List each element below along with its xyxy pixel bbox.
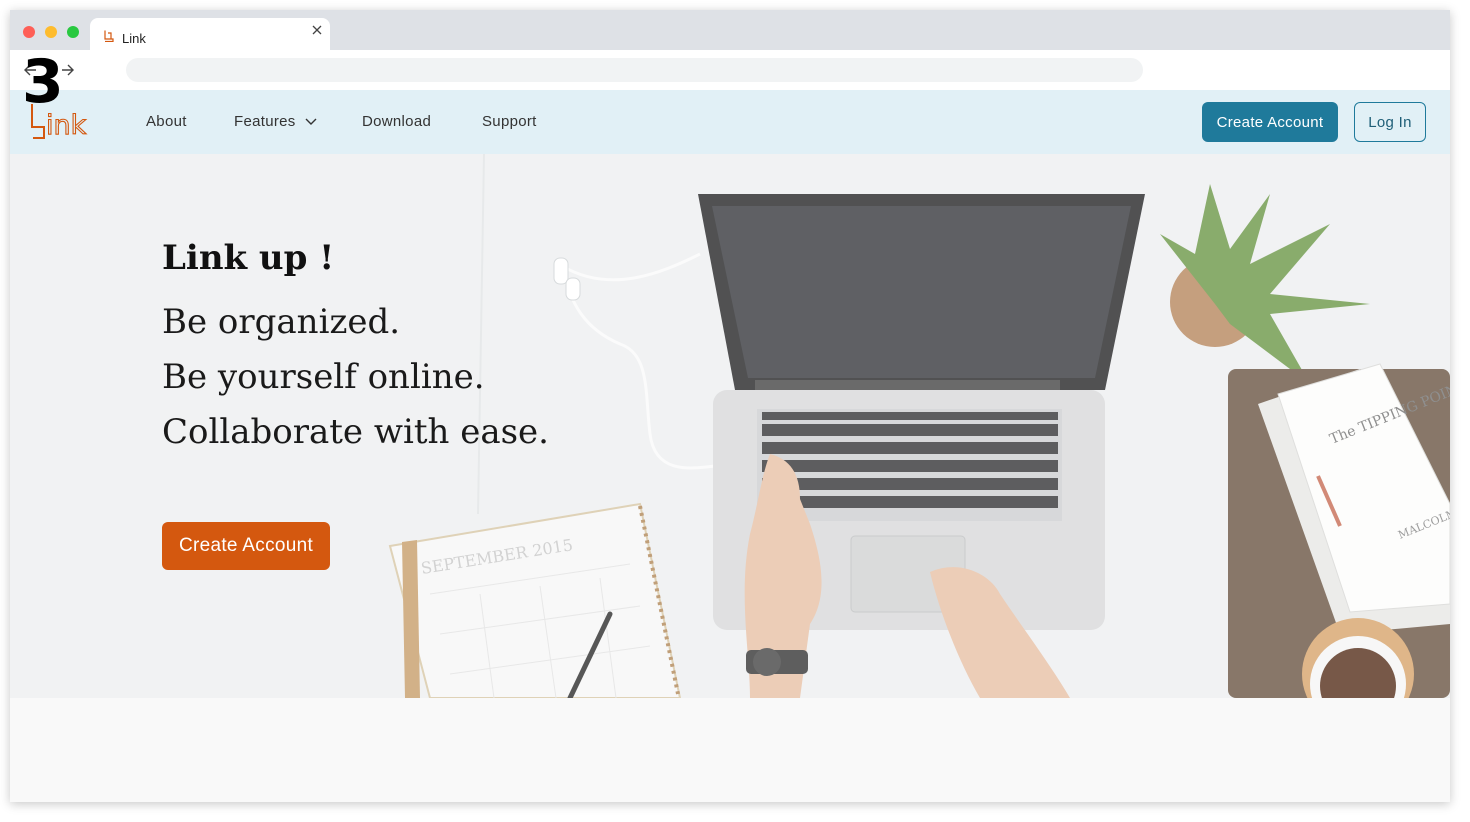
- login-button[interactable]: Log In: [1354, 102, 1426, 142]
- nav-download[interactable]: Download: [362, 113, 431, 130]
- chevron-down-icon[interactable]: [304, 117, 318, 127]
- hero-section: SEPTEMBER 2015 The TIPPING POINT Link up…: [10, 154, 1450, 698]
- tab-title: Link: [122, 31, 146, 46]
- nav-features[interactable]: Features: [234, 113, 296, 130]
- step-number-marker: 3: [22, 47, 64, 117]
- tab-strip: Link: [10, 10, 1450, 50]
- link-logo-icon: [104, 30, 114, 42]
- close-window-button[interactable]: [23, 26, 35, 38]
- hero-create-account-button[interactable]: Create Account: [162, 522, 330, 570]
- nav-support[interactable]: Support: [482, 113, 537, 130]
- hero-tagline: Link up !: [162, 238, 335, 278]
- hero-line-collaborate: Collaborate with ease.: [162, 412, 549, 452]
- address-bar[interactable]: [126, 58, 1143, 82]
- hero-line-organized: Be organized.: [162, 302, 401, 342]
- browser-tab[interactable]: Link: [90, 18, 330, 50]
- browser-toolbar: [10, 50, 1450, 90]
- nav-about[interactable]: About: [146, 113, 187, 130]
- hero-line-yourself: Be yourself online.: [162, 357, 485, 397]
- browser-window: Link ink About Features Download Support…: [10, 10, 1450, 802]
- minimize-window-button[interactable]: [45, 26, 57, 38]
- site-header: ink About Features Download Support Crea…: [10, 90, 1450, 154]
- below-fold-area: [10, 698, 1450, 802]
- create-account-button[interactable]: Create Account: [1202, 102, 1338, 142]
- maximize-window-button[interactable]: [67, 26, 79, 38]
- close-icon[interactable]: [310, 23, 324, 37]
